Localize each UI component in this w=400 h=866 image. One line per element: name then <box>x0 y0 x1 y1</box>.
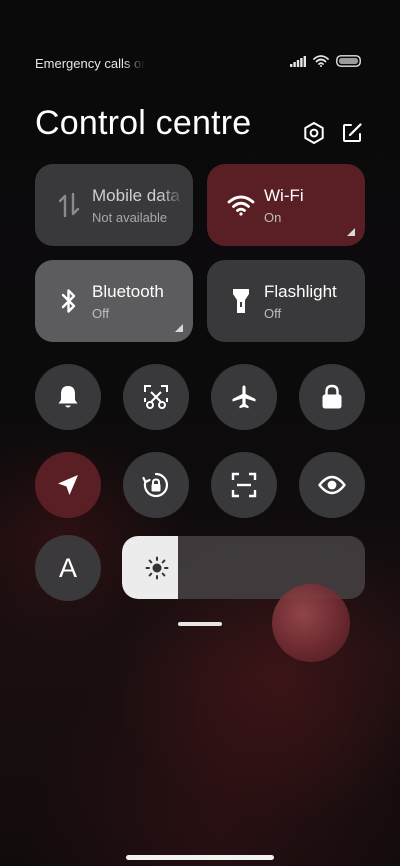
expand-corner-icon[interactable] <box>175 324 183 332</box>
mute-toggle[interactable] <box>35 364 101 430</box>
tile-label: Wi-Fi <box>264 186 304 205</box>
tile-state: On <box>264 210 282 225</box>
reading-mode-toggle[interactable] <box>299 452 365 518</box>
wifi-icon <box>313 54 329 72</box>
tile-state: Off <box>92 306 110 321</box>
tile-label: Bluetooth <box>92 282 164 301</box>
status-text: Emergency calls only <box>35 55 145 71</box>
status-bar: Emergency calls only <box>35 54 362 72</box>
auto-brightness-label: A <box>58 552 77 583</box>
tile-state: Not available <box>92 210 168 225</box>
wifi-icon <box>227 191 255 219</box>
lock-toggle[interactable] <box>299 364 365 430</box>
settings-icon <box>304 122 324 144</box>
airplane-toggle[interactable] <box>211 364 277 430</box>
location-icon <box>58 475 78 495</box>
scanner-icon <box>231 472 257 498</box>
scanner-toggle[interactable] <box>211 452 277 518</box>
bluetooth-icon <box>55 287 83 315</box>
edit-icon <box>343 123 362 142</box>
lock-icon <box>322 384 342 409</box>
wallpaper-moon <box>272 584 350 662</box>
tile-bluetooth[interactable]: Bluetooth Off <box>35 260 193 342</box>
auto-brightness-toggle[interactable]: A <box>35 535 101 601</box>
tile-wifi[interactable]: Wi-Fi On <box>207 164 365 246</box>
status-icons <box>290 54 362 72</box>
settings-button[interactable] <box>301 120 327 146</box>
tile-mobile-data[interactable]: Mobile data Not available <box>35 164 193 246</box>
tile-label: Mobile data <box>92 186 180 205</box>
screenshot-icon <box>144 385 168 409</box>
flashlight-icon <box>227 287 255 315</box>
expand-corner-icon[interactable] <box>347 228 355 236</box>
tile-state: Off <box>264 306 282 321</box>
drag-handle[interactable] <box>178 622 222 626</box>
signal-icon <box>290 54 306 72</box>
tile-flashlight[interactable]: Flashlight Off <box>207 260 365 342</box>
airplane-icon <box>232 385 256 409</box>
home-indicator[interactable] <box>126 855 274 860</box>
mobile-data-icon <box>55 191 83 219</box>
sun-icon <box>145 556 169 580</box>
page-title: Control centre <box>35 104 252 142</box>
reading-mode-icon <box>318 475 346 495</box>
edit-button[interactable] <box>339 120 365 146</box>
rotation-lock-icon <box>142 472 168 498</box>
bell-icon <box>58 386 78 408</box>
screenshot-toggle[interactable] <box>123 364 189 430</box>
location-toggle[interactable] <box>35 452 101 518</box>
tile-label: Flashlight <box>264 282 337 301</box>
battery-icon <box>336 54 362 72</box>
rotation-lock-toggle[interactable] <box>123 452 189 518</box>
